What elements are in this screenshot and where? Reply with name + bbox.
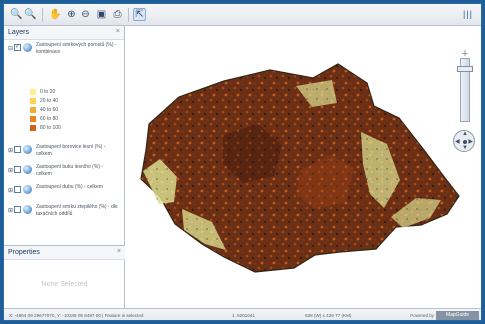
- pan-up-icon[interactable]: ▲: [462, 131, 468, 137]
- properties-panel-header: Properties ×: [4, 246, 125, 260]
- layers-panel: Layers × ⊟ ✓ Zastoupení smrkových porost…: [4, 26, 124, 231]
- print-icon[interactable]: ⎙: [111, 8, 124, 21]
- legend-swatch: [30, 107, 36, 113]
- layer-label: Zastoupení borovice lesní (%) - celkem: [36, 144, 106, 157]
- layer-checkbox[interactable]: [14, 186, 21, 193]
- zoom-next-icon[interactable]: ⊖: [79, 8, 92, 21]
- mapguide-logo: MapGuide: [436, 311, 479, 320]
- legend-item: 60 to 80: [30, 115, 100, 123]
- layer-type-icon: [23, 185, 32, 194]
- pan-left-icon[interactable]: ◀: [455, 139, 460, 145]
- collapse-icon[interactable]: ×: [116, 28, 120, 35]
- legend-swatch: [30, 98, 36, 104]
- status-bar: X: -4954 09 29677070, Y: -10348 05 8497 …: [4, 308, 481, 320]
- pan-center-icon: [463, 140, 467, 144]
- legend-swatch: [30, 116, 36, 122]
- legend-item: 20 to 40: [30, 97, 100, 105]
- toolbar-separator: [42, 8, 43, 22]
- layers-panel-header: Layers ×: [4, 26, 124, 40]
- powered-by-text: Powered by: [410, 313, 434, 318]
- coordinates-readout: X: -4954 09 29677070, Y: -10348 05 8497 …: [9, 313, 144, 318]
- map-extent: 538 (W) x 428 77 (KM): [305, 313, 352, 318]
- layer-type-icon: [23, 145, 32, 154]
- zoom-out-tool-icon[interactable]: 🔍: [24, 8, 37, 21]
- legend: 0 to 20 20 to 40 40 to 60 60 to 80 80 to…: [30, 88, 100, 133]
- pan-down-icon[interactable]: ▼: [462, 145, 468, 151]
- toolbar: 🔍 🔍 ✋ ⊕ ⊖ ▣ ⎙ ⇱ |||: [4, 4, 481, 26]
- web-gis-window: 🔍 🔍 ✋ ⊕ ⊖ ▣ ⎙ ⇱ ||| Layers × ⊟ ✓ Zastoup…: [3, 3, 482, 321]
- measure-icon[interactable]: ▣: [95, 8, 108, 21]
- layer-checkbox[interactable]: [14, 166, 21, 173]
- legend-item: 80 to 100: [30, 124, 100, 132]
- map-canvas[interactable]: ＋ ▲ ▼ ◀ ▶: [125, 26, 481, 308]
- layer-checkbox[interactable]: [14, 146, 21, 153]
- expand-icon[interactable]: ⊞: [8, 168, 13, 174]
- toolbar-options-icon[interactable]: |||: [463, 9, 473, 19]
- zoom-slider-handle[interactable]: [457, 66, 473, 73]
- layer-label: Zastoupení dubu (%) - celkem: [36, 184, 103, 190]
- properties-title: Properties: [8, 249, 40, 256]
- layer-checkbox[interactable]: [14, 206, 21, 213]
- layer-label: Zastoupení smrku ztepilého (%) - dle tax…: [36, 204, 118, 217]
- layer-checkbox[interactable]: ✓: [14, 44, 21, 51]
- layer-item[interactable]: ⊟ ✓ Zastoupení smrkových porostů (%) - k…: [8, 42, 121, 72]
- layer-label: Zastoupení buku lesního (%) - celkem: [36, 164, 103, 177]
- properties-empty-text: None Selected: [41, 281, 88, 288]
- expand-icon[interactable]: ⊟: [8, 46, 13, 52]
- layer-type-icon: [23, 165, 32, 174]
- layer-item[interactable]: ⊞ Zastoupení smrku ztepilého (%) - dle t…: [8, 204, 121, 234]
- expand-icon[interactable]: ⊞: [8, 148, 13, 154]
- toolbar-separator: [128, 8, 129, 22]
- legend-label: 60 to 80: [40, 116, 59, 122]
- legend-item: 0 to 20: [30, 88, 100, 96]
- layer-label: Zastoupení smrkových porostů (%) - kombi…: [36, 42, 117, 55]
- legend-swatch: [30, 125, 36, 131]
- expand-icon[interactable]: ⊞: [8, 188, 13, 194]
- pan-tool-icon[interactable]: ✋: [49, 8, 62, 21]
- legend-label: 20 to 40: [40, 98, 59, 104]
- zoom-previous-icon[interactable]: ⊕: [65, 8, 78, 21]
- map-scale: 1: 5201041: [232, 313, 255, 318]
- properties-panel: Properties × None Selected: [4, 245, 125, 308]
- select-feature-icon[interactable]: ⇱: [133, 8, 146, 21]
- czech-forest-map: [140, 63, 460, 273]
- zoom-in-tool-icon[interactable]: 🔍: [10, 8, 23, 21]
- legend-item: 40 to 60: [30, 106, 100, 114]
- layer-type-icon: [23, 205, 32, 214]
- collapse-icon[interactable]: ×: [117, 248, 121, 255]
- expand-icon[interactable]: ⊞: [8, 208, 13, 214]
- sidebar: Layers × ⊟ ✓ Zastoupení smrkových porost…: [4, 26, 125, 308]
- pan-right-icon[interactable]: ▶: [468, 139, 473, 145]
- legend-label: 0 to 20: [40, 89, 56, 95]
- legend-label: 80 to 100: [40, 125, 61, 131]
- layers-title: Layers: [8, 29, 30, 36]
- legend-swatch: [30, 89, 36, 95]
- pan-control[interactable]: ▲ ▼ ◀ ▶: [453, 130, 475, 152]
- legend-label: 40 to 60: [40, 107, 59, 113]
- layer-type-icon: [23, 43, 32, 52]
